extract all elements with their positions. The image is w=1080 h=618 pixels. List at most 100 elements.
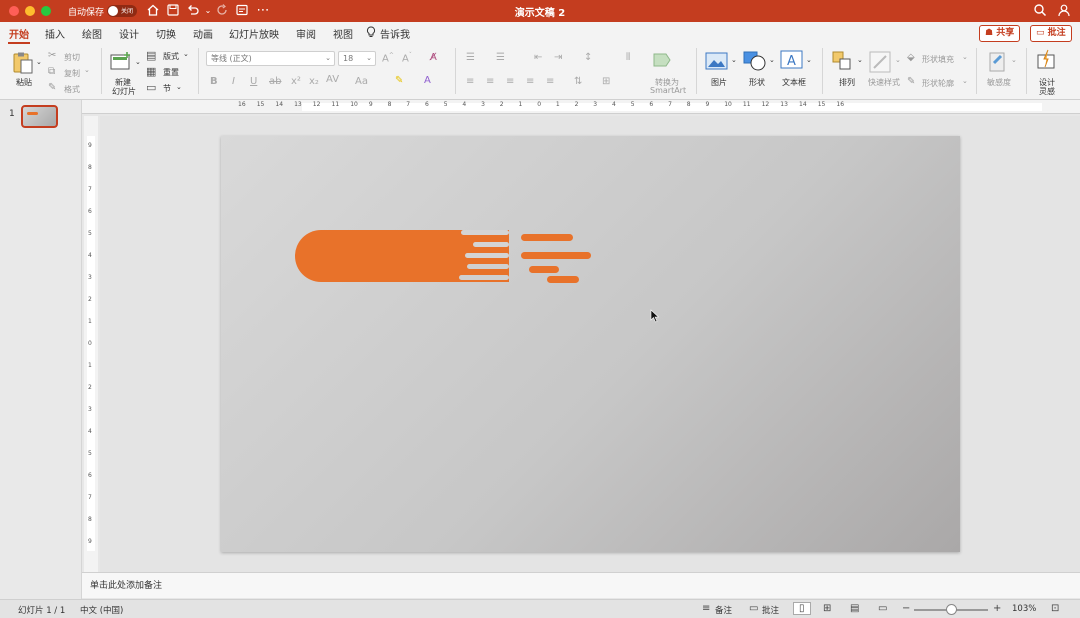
tab-insert[interactable]: 插入 bbox=[45, 26, 65, 42]
maximize-window-button[interactable] bbox=[41, 6, 51, 16]
comments-toggle-button[interactable]: 批注 bbox=[762, 604, 779, 616]
tab-review[interactable]: 审阅 bbox=[296, 26, 316, 42]
layout-icon[interactable]: ▤ bbox=[146, 49, 156, 62]
picture-button[interactable]: 图片 bbox=[711, 77, 727, 88]
zoom-level[interactable]: 103% bbox=[1012, 604, 1036, 614]
zoom-out-icon[interactable]: − bbox=[902, 603, 910, 614]
arrange-dropdown-icon[interactable]: ⌄ bbox=[857, 56, 863, 64]
shape-outline-button[interactable]: 形状轮廓 bbox=[922, 78, 954, 89]
distribute-icon[interactable]: ≡ bbox=[546, 76, 554, 87]
tab-design[interactable]: 设计 bbox=[119, 26, 139, 42]
textbox-button[interactable]: 文本框 bbox=[782, 77, 806, 88]
new-slide-icon[interactable] bbox=[109, 51, 133, 76]
numbering-icon[interactable]: ☰ bbox=[496, 52, 505, 63]
shape-fill-dropdown-icon[interactable]: ⌄ bbox=[962, 53, 968, 61]
slide-thumbnail[interactable] bbox=[21, 105, 58, 128]
horizontal-ruler[interactable]: 16 15 14 13 12 11 10 9 8 7 6 5 4 3 2 1 0 1 2 3 4 5 6 7 8 9 10 11 12 1… bbox=[82, 100, 1080, 114]
minimize-window-button[interactable] bbox=[25, 6, 35, 16]
more-icon[interactable]: ⋯ bbox=[255, 3, 271, 19]
new-slide-dropdown-icon[interactable]: ⌄ bbox=[135, 58, 141, 66]
sensitivity-button[interactable]: 敏感度 bbox=[987, 77, 1011, 88]
align-left-icon[interactable]: ≡ bbox=[466, 76, 474, 87]
reset-icon[interactable]: ▦ bbox=[146, 65, 156, 78]
bold-icon[interactable]: B bbox=[210, 76, 218, 87]
decrease-font-icon[interactable]: Aˇ bbox=[402, 52, 412, 64]
save-icon[interactable] bbox=[165, 3, 181, 19]
tab-draw[interactable]: 绘图 bbox=[82, 26, 102, 42]
copy-icon[interactable]: ⧉ bbox=[48, 66, 55, 77]
underline-icon[interactable]: U bbox=[250, 76, 257, 87]
textbox-dropdown-icon[interactable]: ⌄ bbox=[806, 56, 812, 64]
layout-button[interactable]: 版式 bbox=[163, 51, 179, 62]
smartart-button-line2[interactable]: SmartArt bbox=[650, 86, 686, 95]
line-spacing-icon[interactable]: ↕ bbox=[584, 52, 592, 63]
slide-sorter-icon[interactable]: ⊞ bbox=[823, 603, 831, 614]
tab-home[interactable]: 开始 bbox=[8, 26, 30, 44]
comments-icon[interactable]: ▭ bbox=[749, 603, 758, 614]
shape-icon[interactable] bbox=[743, 51, 767, 74]
sensitivity-dropdown-icon[interactable]: ⌄ bbox=[1011, 56, 1017, 64]
font-name-dropdown[interactable]: 等线 (正文) ⌄ bbox=[206, 51, 335, 66]
strikethrough-icon[interactable]: ab bbox=[269, 76, 281, 87]
shape-outline-dropdown-icon[interactable]: ⌄ bbox=[962, 77, 968, 85]
tab-transitions[interactable]: 切换 bbox=[156, 26, 176, 42]
close-window-button[interactable] bbox=[9, 6, 19, 16]
sensitivity-icon[interactable] bbox=[987, 51, 1009, 76]
section-dropdown-icon[interactable]: ⌄ bbox=[176, 83, 182, 91]
italic-icon[interactable]: I bbox=[232, 76, 235, 87]
shape-button[interactable]: 形状 bbox=[749, 77, 765, 88]
clear-formatting-icon[interactable]: A̸ bbox=[430, 52, 437, 63]
section-button[interactable]: 节 bbox=[163, 83, 171, 94]
autosave-toggle[interactable]: 关闭 bbox=[107, 5, 137, 17]
shape-fill-button[interactable]: 形状填充 bbox=[922, 54, 954, 65]
align-right-icon[interactable]: ≡ bbox=[506, 76, 514, 87]
subscript-icon[interactable]: x₂ bbox=[309, 76, 319, 87]
fill-bucket-icon[interactable]: ⬙ bbox=[907, 52, 915, 63]
font-color-icon[interactable]: A bbox=[424, 75, 431, 86]
increase-font-icon[interactable]: A^ bbox=[382, 52, 394, 64]
picture-icon[interactable] bbox=[705, 52, 729, 73]
format-painter-button[interactable]: 格式 bbox=[64, 84, 80, 95]
font-size-dropdown[interactable]: 18 ⌄ bbox=[338, 51, 376, 66]
account-icon[interactable] bbox=[1056, 3, 1072, 19]
language-indicator[interactable]: 中文 (中国) bbox=[80, 604, 123, 616]
notes-pane[interactable]: 单击此处添加备注 bbox=[82, 572, 1080, 598]
reading-view-icon[interactable]: ▤ bbox=[850, 603, 859, 614]
columns-icon[interactable]: ⫴ bbox=[626, 52, 630, 63]
format-painter-icon[interactable]: ✎ bbox=[48, 82, 56, 93]
cut-icon[interactable]: ✂ bbox=[48, 50, 56, 61]
change-case-icon[interactable]: Aa bbox=[355, 76, 368, 87]
designer-icon[interactable] bbox=[1036, 49, 1058, 74]
superscript-icon[interactable]: x² bbox=[291, 76, 301, 87]
arrange-icon[interactable] bbox=[832, 51, 856, 76]
cut-button[interactable]: 剪切 bbox=[64, 52, 80, 63]
quick-styles-icon[interactable] bbox=[869, 51, 893, 76]
highlight-icon[interactable]: ✎ bbox=[395, 75, 403, 86]
justify-icon[interactable]: ≡ bbox=[526, 76, 534, 87]
section-icon[interactable]: ▭ bbox=[146, 81, 156, 94]
slide-canvas[interactable] bbox=[221, 136, 960, 552]
paste-icon[interactable] bbox=[11, 51, 35, 78]
outline-pen-icon[interactable]: ✎ bbox=[907, 76, 915, 87]
notes-placeholder[interactable]: 单击此处添加备注 bbox=[90, 578, 162, 591]
present-icon[interactable] bbox=[234, 3, 250, 19]
align-center-icon[interactable]: ≡ bbox=[486, 76, 494, 87]
designer-button-line2[interactable]: 灵感 bbox=[1039, 86, 1055, 97]
comment-button[interactable]: ▭ 批注 bbox=[1030, 25, 1072, 42]
home-icon[interactable] bbox=[145, 3, 161, 19]
textbox-icon[interactable]: A bbox=[780, 50, 804, 73]
reset-button[interactable]: 重置 bbox=[163, 67, 179, 78]
fit-to-window-icon[interactable]: ⊡ bbox=[1051, 603, 1059, 614]
layout-dropdown-icon[interactable]: ⌄ bbox=[183, 50, 189, 58]
tell-me-search[interactable]: 告诉我 bbox=[380, 26, 410, 42]
copy-dropdown-icon[interactable]: ⌄ bbox=[84, 66, 90, 74]
speed-capsule-shape[interactable] bbox=[295, 230, 591, 283]
search-icon[interactable] bbox=[1032, 3, 1048, 19]
zoom-slider-handle[interactable] bbox=[946, 604, 957, 615]
shape-dropdown-icon[interactable]: ⌄ bbox=[769, 56, 775, 64]
picture-dropdown-icon[interactable]: ⌄ bbox=[731, 56, 737, 64]
undo-icon[interactable] bbox=[185, 3, 201, 19]
bullets-icon[interactable]: ☰ bbox=[466, 52, 475, 63]
slideshow-view-icon[interactable]: ▭ bbox=[878, 603, 887, 614]
notes-toggle-button[interactable]: 备注 bbox=[715, 604, 732, 616]
